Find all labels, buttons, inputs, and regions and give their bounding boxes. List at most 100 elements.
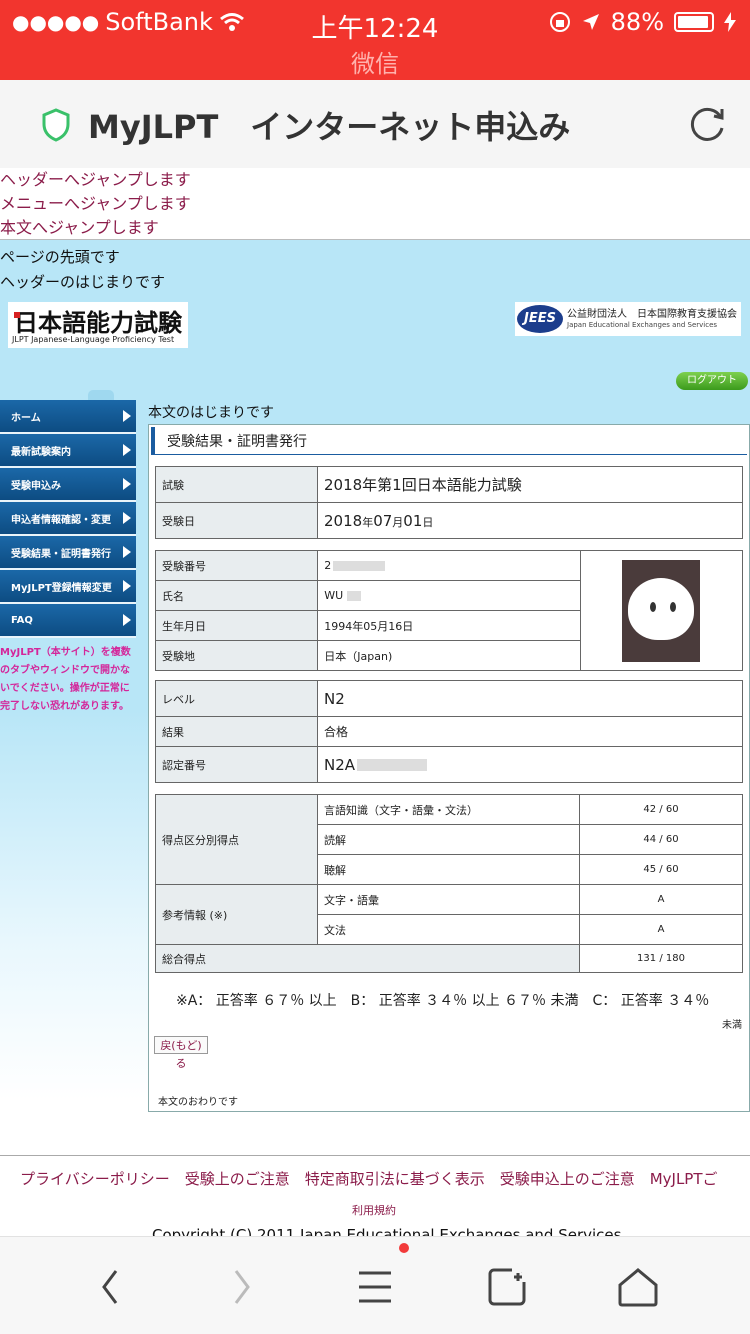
redacted-block (333, 561, 386, 571)
exam-info-table: 試験 2018年第1回日本語能力試験 受験日 2018年07月01日 (155, 466, 743, 539)
examinee-number-value: 2 (317, 550, 581, 581)
status-bar: ●●●●● SoftBank 上午12:24 88% 微信 (0, 0, 750, 80)
section-score-label: 得点区分別得点 (155, 794, 318, 885)
exam-date-day: 01 (403, 511, 423, 530)
cert-number-label: 認定番号 (155, 746, 318, 783)
sidebar-item-label: ホーム (11, 412, 41, 424)
exam-date-value: 2018年07月01日 (317, 502, 743, 539)
main-start-note: 本文のはじまりです (148, 405, 274, 421)
reference-name: 文字・語彙 (317, 884, 580, 915)
menu-icon[interactable] (345, 1265, 405, 1309)
multi-tab-warning: MyJLPT（本サイト）を複数のタブやウィンドウで開かないでください。操作が正常… (0, 647, 131, 712)
sidebar-item-applicant-info[interactable]: 申込者情報確認・変更 (0, 502, 136, 536)
cert-number-value: N2A (317, 746, 743, 783)
back-arrow-icon[interactable] (80, 1265, 140, 1309)
level-value: N2 (317, 680, 743, 717)
total-score-label: 総合得点 (155, 944, 580, 973)
browser-bottom-bar (0, 1236, 750, 1334)
jees-name-jp: 公益財団法人 日本国際教育支援協会 (567, 309, 737, 320)
arrow-right-icon (123, 614, 131, 626)
score-value: 44 / 60 (579, 824, 743, 855)
tabs-icon[interactable] (478, 1265, 538, 1309)
arrow-right-icon (123, 546, 131, 558)
arrow-right-icon (123, 512, 131, 524)
sidebar-item-home[interactable]: ホーム (0, 400, 136, 434)
location-arrow-icon (582, 14, 599, 30)
page-title: MyJLPT インターネット申込み (88, 108, 571, 146)
name-value: WU (317, 580, 581, 611)
total-score-value: 131 / 180 (579, 944, 743, 973)
sidebar-item-myjlpt-change[interactable]: MyJLPT登録情報変更 (0, 570, 136, 604)
exam-value: 2018年第1回日本語能力試験 (317, 466, 743, 503)
main-end-note: 本文のおわりです (158, 1097, 238, 1108)
battery-icon (674, 12, 714, 32)
exam-label: 試験 (155, 466, 318, 503)
level-label: レベル (155, 680, 318, 717)
photo-sticker-face (628, 577, 695, 640)
browser-title-bar: MyJLPT インターネット申込み (0, 80, 750, 168)
footer: プライバシーポリシー 受験上のご注意 特定商取引法に基づく表示 受験申込上のご注… (0, 1155, 750, 1244)
score-value: 42 / 60 (579, 794, 743, 825)
score-scale-note-tail: 未満 (722, 1020, 742, 1031)
skip-link-header[interactable]: ヘッダーへジャンプします (0, 168, 750, 192)
sidebar-item-latest-info[interactable]: 最新試験案内 (0, 434, 136, 468)
sidebar-item-label: FAQ (11, 614, 33, 626)
examinee-number-text: 2 (324, 559, 332, 572)
reference-name: 文法 (317, 914, 580, 945)
jees-name-en: Japan Educational Exchanges and Services (567, 321, 718, 329)
sidebar-item-apply[interactable]: 受験申込み (0, 468, 136, 502)
reload-icon[interactable] (688, 104, 728, 144)
score-value: 45 / 60 (579, 854, 743, 885)
sidebar-item-faq[interactable]: FAQ (0, 604, 136, 638)
name-label: 氏名 (154, 580, 319, 611)
rotation-lock-icon (549, 12, 570, 32)
jlpt-logo-text: 日本語能力試験 (14, 308, 182, 337)
skip-link-menu[interactable]: メニューへジャンプします (0, 192, 750, 216)
photo-cell (579, 550, 744, 671)
skip-link-main[interactable]: 本文へジャンプします (0, 216, 750, 240)
result-table: レベル N2 結果 合格 認定番号 N2A (155, 680, 743, 783)
arrow-right-icon (123, 478, 131, 490)
jlpt-logo[interactable]: 日本語能力試験 JLPT Japanese-Language Proficien… (8, 302, 188, 348)
examinee-info-table: 受験番号 2 氏名 WU 生年月日 1994年05月16日 受験地 日本（Jap… (154, 550, 744, 671)
birthdate-label: 生年月日 (154, 610, 319, 641)
score-name: 聴解 (317, 854, 580, 885)
security-shield-icon (42, 108, 70, 142)
sidebar-item-results[interactable]: 受験結果・証明書発行 (0, 536, 136, 570)
footer-link-terms[interactable]: 利用規約 (352, 1202, 396, 1218)
sidebar-item-label: MyJLPT登録情報変更 (11, 582, 112, 594)
sidebar-item-label: 最新試験案内 (11, 446, 71, 458)
test-site-value: 日本（Japan) (317, 640, 581, 671)
arrow-right-icon (123, 444, 131, 456)
jees-logo[interactable]: JEES 公益財団法人 日本国際教育支援協会 Japan Educational… (515, 302, 741, 336)
results-heading-text: 受験結果・証明書発行 (167, 434, 307, 450)
jlpt-red-mark (14, 312, 20, 318)
footer-links[interactable]: プライバシーポリシー 受験上のご注意 特定商取引法に基づく表示 受験申込上のご注… (20, 1168, 718, 1189)
header-start-note: ヘッダーのはじまりです (0, 273, 166, 291)
name-text: WU (324, 589, 344, 602)
forward-arrow-icon[interactable] (212, 1265, 272, 1309)
charging-bolt-icon (724, 12, 736, 32)
sidebar-item-label: 受験結果・証明書発行 (11, 548, 111, 560)
app-name: 微信 (351, 50, 399, 78)
back-button[interactable]: 戻(もど)る (154, 1036, 208, 1070)
examinee-number-label: 受験番号 (154, 550, 319, 581)
exam-date-month: 07 (373, 511, 393, 530)
battery-percent: 88% (610, 8, 664, 36)
home-icon[interactable] (608, 1265, 668, 1309)
examinee-photo (622, 559, 701, 662)
reference-info-label: 参考情報 (※) (155, 884, 318, 945)
score-scale-note: ※A： 正答率 ６７％ 以上 B： 正答率 ３４％ 以上 ６７％ 未満 C： 正… (176, 993, 710, 1009)
exam-date-label: 受験日 (155, 502, 318, 539)
cert-number-text: N2A (324, 755, 356, 774)
sidebar-item-label: 受験申込み (11, 480, 61, 492)
exam-date-year: 2018 (324, 511, 363, 530)
results-heading: 受験結果・証明書発行 (151, 427, 747, 455)
sidebar-menu: ホーム 最新試験案内 受験申込み 申込者情報確認・変更 受験結果・証明書発行 M… (0, 390, 136, 638)
reference-value: A (579, 884, 743, 915)
birthdate-value: 1994年05月16日 (317, 610, 581, 641)
logout-button[interactable]: ログアウト (676, 372, 748, 390)
jees-mark: JEES (517, 305, 563, 333)
jlpt-logo-subtitle: JLPT Japanese-Language Proficiency Test (12, 335, 175, 344)
notification-dot (399, 1243, 409, 1253)
